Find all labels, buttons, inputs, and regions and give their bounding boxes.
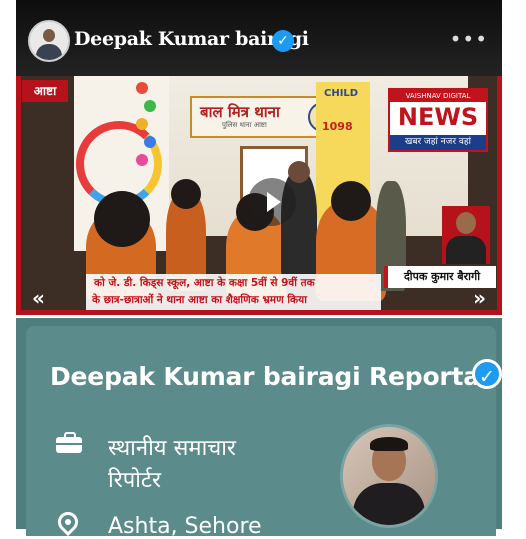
author-avatar[interactable] [28,20,70,62]
video-red-frame [16,76,502,315]
profile-location: Ashta, Sehore [108,514,262,539]
profile-role-line-1: स्थानीय समाचार [108,436,236,461]
video-post-card[interactable]: Deepak Kumar bairagi ✓ ••• बाल मित्र थान… [16,0,502,315]
more-options-button[interactable]: ••• [450,29,488,49]
profile-card-inner: Deepak Kumar bairagi Reportar ✓ स्थानीय … [26,326,502,539]
post-header: Deepak Kumar bairagi ✓ ••• [16,0,502,76]
profile-card: Deepak Kumar bairagi Reportar ✓ स्थानीय … [16,318,502,539]
profile-name[interactable]: Deepak Kumar bairagi Reportar [50,362,492,391]
video-player[interactable]: बाल मित्र थाना पुलिस थाना आष्टा CHILD 10… [16,76,502,315]
location-pin-icon [53,507,83,537]
briefcase-icon [56,432,82,453]
profile-role-line-2: रिपोर्टर [108,468,161,493]
verified-badge-icon: ✓ [472,359,502,389]
profile-avatar[interactable] [340,424,438,528]
verified-badge-icon: ✓ [272,30,294,52]
